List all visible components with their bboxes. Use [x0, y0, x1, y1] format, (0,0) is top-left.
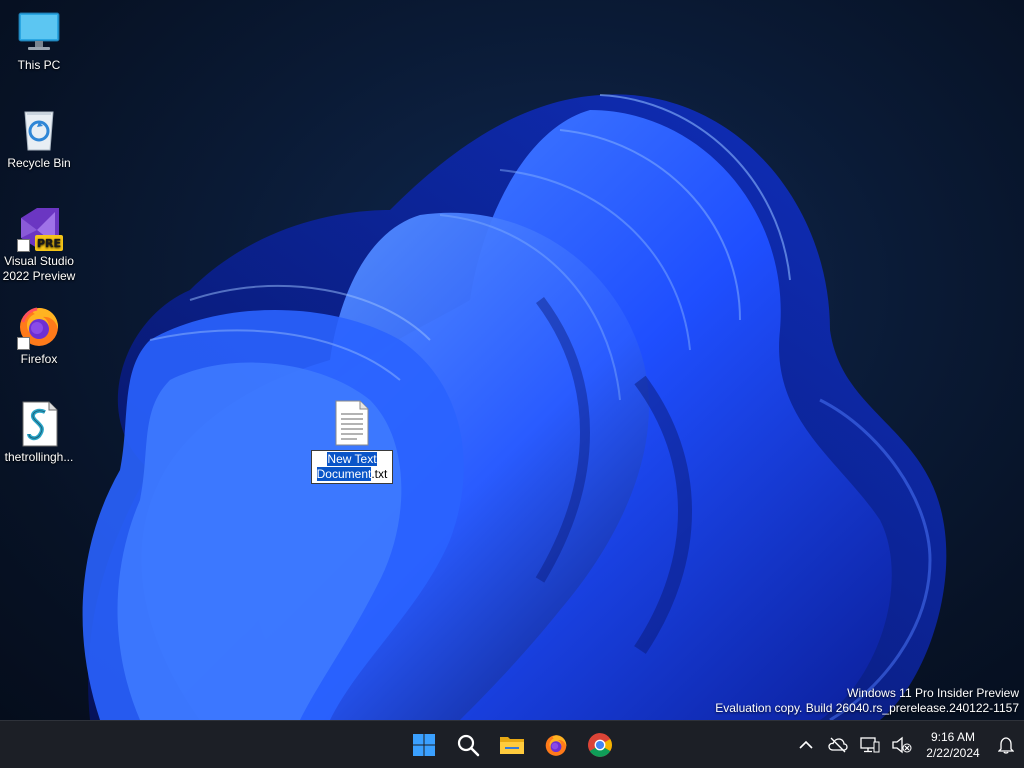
network-button[interactable]: [854, 725, 886, 765]
desktop[interactable]: This PC Recycle Bin PRE Visual Studio 20…: [0, 0, 1024, 720]
cloud-offline-icon: [828, 737, 848, 753]
taskbar: 9:16 AM 2/22/2024: [0, 720, 1024, 768]
search-button[interactable]: [446, 725, 490, 765]
desktop-icon-label: Visual Studio 2022 Preview: [0, 254, 78, 284]
windows-start-icon: [413, 734, 435, 756]
vs-badge: PRE: [37, 237, 61, 250]
volume-button[interactable]: [886, 725, 918, 765]
desktop-file-new-text-document[interactable]: New Text Document.txt: [310, 400, 394, 484]
chrome-icon: [588, 733, 612, 757]
firefox-icon: [545, 735, 567, 756]
clock-button[interactable]: 9:16 AM 2/22/2024: [918, 729, 988, 761]
desktop-icon-recycle-bin[interactable]: Recycle Bin: [0, 106, 78, 171]
desktop-icon-label: Firefox: [20, 352, 58, 366]
firefox-taskbar-button[interactable]: [534, 725, 578, 765]
notifications-button[interactable]: [988, 725, 1024, 765]
monitor-icon: [15, 8, 63, 56]
visual-studio-icon: PRE: [15, 204, 63, 252]
rename-selected-text: Document: [316, 467, 372, 481]
rename-textbox[interactable]: New Text Document.txt: [311, 450, 393, 484]
file-explorer-button[interactable]: [490, 725, 534, 765]
folder-icon: [500, 737, 524, 754]
rename-selected-text: New Text: [327, 452, 377, 466]
network-disconnected-icon: [860, 737, 880, 753]
taskbar-apps: [402, 721, 622, 769]
system-tray: 9:16 AM 2/22/2024: [790, 721, 1024, 769]
script-file-icon: [15, 400, 63, 448]
wallpaper-bloom: [82, 94, 947, 720]
onedrive-button[interactable]: [822, 725, 854, 765]
chrome-taskbar-button[interactable]: [578, 725, 622, 765]
show-hidden-icons-button[interactable]: [790, 725, 822, 765]
firefox-icon: [15, 302, 63, 350]
desktop-icon-label: Recycle Bin: [7, 156, 71, 170]
desktop-icon-script-file[interactable]: thetrollingh...: [0, 400, 78, 465]
watermark-line-1: Windows 11 Pro Insider Preview: [847, 686, 1019, 700]
label-line-1: Visual Studio: [4, 254, 74, 268]
desktop-icon-visual-studio[interactable]: PRE Visual Studio 2022 Preview: [0, 204, 78, 284]
label-line-2: 2022 Preview: [2, 269, 76, 283]
chevron-up-icon: [799, 740, 813, 749]
bell-icon: [998, 737, 1014, 754]
evaluation-watermark: Windows 11 Pro Insider Preview Evaluatio…: [715, 686, 1019, 716]
text-document-icon: [332, 400, 372, 446]
clock-date: 2/22/2024: [926, 746, 980, 760]
desktop-icon-label: This PC: [17, 58, 61, 72]
speaker-muted-icon: [892, 736, 912, 754]
shortcut-arrow-icon: [17, 239, 30, 252]
desktop-icon-this-pc[interactable]: This PC: [0, 8, 78, 73]
search-icon: [457, 734, 480, 757]
clock-time: 9:16 AM: [930, 730, 976, 744]
start-button[interactable]: [402, 725, 446, 765]
shortcut-arrow-icon: [17, 337, 30, 350]
rename-extension-text: .txt: [371, 467, 388, 481]
desktop-icon-firefox[interactable]: Firefox: [0, 302, 78, 367]
desktop-icon-label: thetrollingh...: [4, 450, 74, 464]
watermark-line-2: Evaluation copy. Build 26040.rs_prerelea…: [715, 701, 1019, 715]
recycle-bin-icon: [15, 106, 63, 154]
